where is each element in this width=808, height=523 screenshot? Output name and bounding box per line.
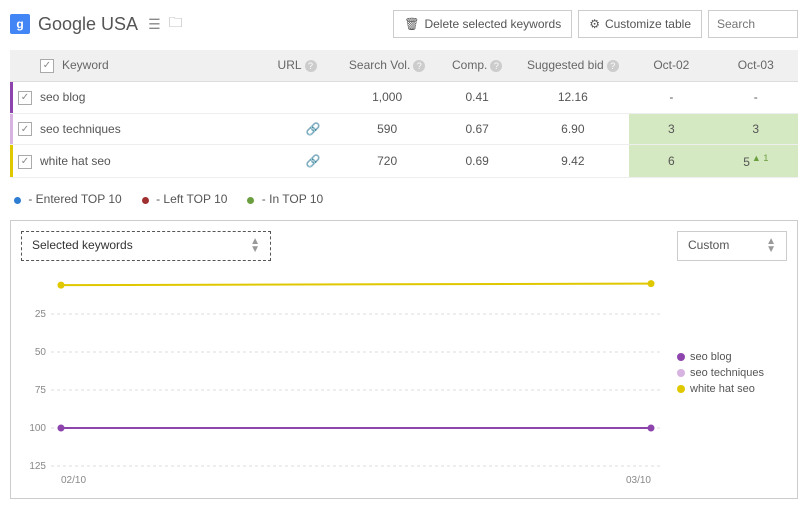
rank-up-indicator: ▲ 1 (752, 153, 768, 163)
rank-d2-cell: 5▲ 1 (714, 145, 798, 178)
svg-text:75: 75 (35, 385, 47, 396)
col-date2[interactable]: Oct-03 (714, 50, 798, 81)
gear-icon: ⚙ (589, 17, 600, 31)
legend-color-dot (677, 369, 685, 377)
search-vol-cell: 590 (336, 113, 437, 145)
svg-text:02/10: 02/10 (61, 475, 86, 486)
svg-text:100: 100 (29, 423, 46, 434)
chart-legend-item[interactable]: seo techniques (677, 367, 787, 379)
chart-legend-item[interactable]: seo blog (677, 351, 787, 363)
google-logo-icon: g (10, 14, 30, 34)
row-checkbox[interactable]: ✓ (18, 155, 32, 169)
delete-keywords-button[interactable]: 🗑Delete selected keywords (393, 10, 572, 38)
row-color-mark (10, 145, 13, 177)
col-date1[interactable]: Oct-02 (629, 50, 713, 81)
keyword-text: white hat seo (40, 154, 111, 168)
keyword-text: seo techniques (40, 122, 121, 136)
select-all-checkbox[interactable]: ✓ (40, 59, 54, 73)
svg-text:125: 125 (29, 461, 46, 472)
chart-legend: seo blog seo techniques white hat seo (677, 271, 787, 494)
status-legend: - Entered TOP 10 - Left TOP 10 - In TOP … (10, 178, 798, 220)
rank-chart: 25 50 75 100 125 02/10 03/10 (21, 271, 671, 491)
svg-text:50: 50 (35, 347, 47, 358)
table-row: ✓ seo blog 1,000 0.41 12.16 - - (10, 81, 798, 113)
date-range-selector[interactable]: Custom▲▼ (677, 231, 787, 261)
search-input[interactable] (708, 10, 798, 38)
chevron-updown-icon: ▲▼ (766, 238, 776, 254)
trash-icon: 🗑 (404, 17, 419, 31)
chevron-updown-icon: ▲▼ (250, 238, 260, 254)
table-row: ✓ seo techniques 🔗 590 0.67 6.90 3 3 (10, 113, 798, 145)
folder-icon[interactable]: 🗀 (169, 12, 183, 36)
col-comp[interactable]: Comp.? (438, 50, 517, 81)
col-suggested-bid[interactable]: Suggested bid? (517, 50, 630, 81)
comp-cell: 0.41 (438, 81, 517, 113)
row-checkbox[interactable]: ✓ (18, 91, 32, 105)
info-icon[interactable]: ? (607, 60, 619, 72)
search-vol-cell: 1,000 (336, 81, 437, 113)
rank-d2-cell: - (714, 81, 798, 113)
rank-d1-cell: - (629, 81, 713, 113)
svg-text:03/10: 03/10 (626, 475, 651, 486)
col-search-vol[interactable]: Search Vol.? (336, 50, 437, 81)
bid-cell: 9.42 (517, 145, 630, 178)
keywords-selector[interactable]: Selected keywords▲▼ (21, 231, 271, 261)
page-title: Google USA (38, 14, 138, 35)
chart-legend-item[interactable]: white hat seo (677, 383, 787, 395)
entered-top10-dot (14, 197, 21, 204)
list-view-icon[interactable]: ☰ (148, 16, 161, 33)
row-checkbox[interactable]: ✓ (18, 122, 32, 136)
bid-cell: 6.90 (517, 113, 630, 145)
col-keyword[interactable]: ✓Keyword (10, 50, 258, 81)
legend-color-dot (677, 385, 685, 393)
info-icon[interactable]: ? (305, 60, 317, 72)
keywords-table: ✓Keyword URL? Search Vol.? Comp.? Sugges… (10, 50, 798, 178)
svg-text:25: 25 (35, 309, 47, 320)
in-top10-dot (247, 197, 254, 204)
link-icon[interactable]: 🔗 (306, 154, 321, 168)
search-vol-cell: 720 (336, 145, 437, 178)
rank-d1-cell: 3 (629, 113, 713, 145)
customize-table-button[interactable]: ⚙Customize table (578, 10, 702, 38)
rank-d2-cell: 3 (714, 113, 798, 145)
info-icon[interactable]: ? (490, 60, 502, 72)
chart-container: Selected keywords▲▼ Custom▲▼ 25 50 75 100 12… (10, 220, 798, 499)
col-url[interactable]: URL? (258, 50, 337, 81)
rank-d1-cell: 6 (629, 145, 713, 178)
legend-color-dot (677, 353, 685, 361)
comp-cell: 0.67 (438, 113, 517, 145)
left-top10-dot (142, 197, 149, 204)
link-icon[interactable]: 🔗 (306, 122, 321, 136)
keyword-text: seo blog (40, 90, 85, 104)
row-color-mark (10, 82, 13, 113)
bid-cell: 12.16 (517, 81, 630, 113)
info-icon[interactable]: ? (413, 60, 425, 72)
row-color-mark (10, 114, 13, 145)
table-row: ✓ white hat seo 🔗 720 0.69 9.42 6 5▲ 1 (10, 145, 798, 178)
comp-cell: 0.69 (438, 145, 517, 178)
